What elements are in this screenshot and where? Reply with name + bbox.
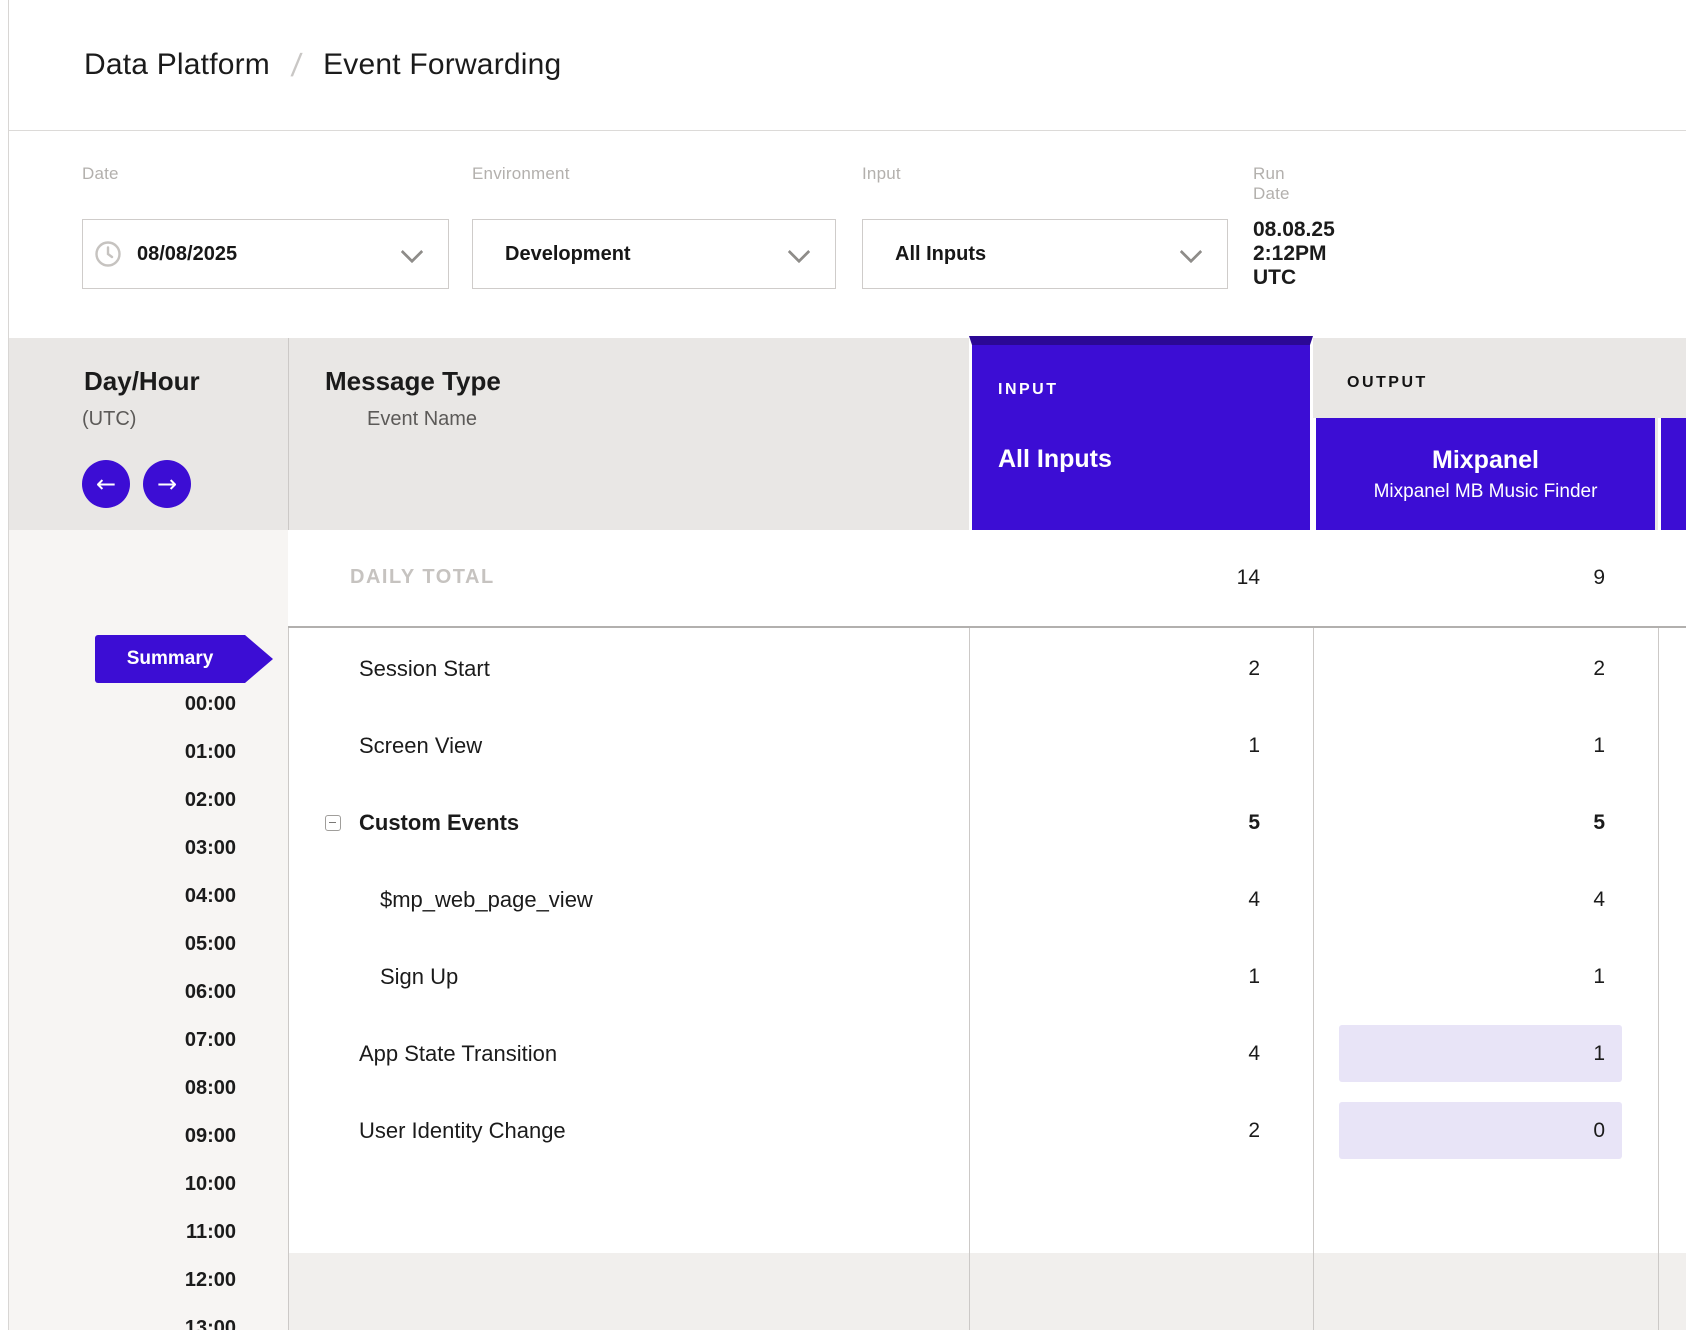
input-column-name: All Inputs (998, 445, 1112, 474)
hour-label[interactable]: 12:00 (9, 1269, 236, 1292)
filter-bar: Date 08/08/2025 Environment Development … (9, 131, 1686, 338)
table-row: Session Start 2 2 (288, 630, 1686, 707)
table-footer-area (289, 1253, 1686, 1330)
run-date-label: Run Date (1253, 164, 1290, 204)
hour-label[interactable]: 06:00 (9, 981, 236, 1004)
prev-day-button[interactable]: ← (82, 460, 130, 508)
output-destination-subtitle: Mixpanel MB Music Finder (1374, 481, 1598, 503)
input-filter-label: Input (862, 164, 901, 184)
table-row: User Identity Change 2 0 (288, 1092, 1686, 1169)
event-name-label: Sign Up (380, 964, 458, 990)
output-column-header[interactable]: Mixpanel Mixpanel MB Music Finder (1313, 418, 1655, 530)
daily-total-output-value: 9 (1313, 566, 1605, 590)
output-section-label: OUTPUT (1347, 374, 1428, 392)
hour-label[interactable]: 00:00 (9, 693, 236, 716)
arrow-left-icon: ← (96, 472, 116, 496)
input-column-header[interactable]: INPUT All Inputs (969, 336, 1313, 530)
chevron-down-icon (788, 241, 811, 264)
table-row: Sign Up 1 1 (288, 938, 1686, 1015)
clock-icon (94, 240, 122, 268)
breadcrumb-separator: / (289, 47, 303, 84)
next-day-button[interactable]: → (143, 460, 191, 508)
collapse-minus-icon[interactable] (325, 815, 341, 831)
hour-label[interactable]: 03:00 (9, 837, 236, 860)
event-name-label: User Identity Change (359, 1118, 566, 1144)
output-count-cell: 1 (1313, 734, 1605, 758)
input-count-cell: 1 (969, 734, 1260, 758)
input-value: All Inputs (895, 243, 986, 266)
date-dropdown[interactable]: 08/08/2025 (82, 219, 449, 289)
chevron-down-icon (401, 241, 424, 264)
input-count-cell: 4 (969, 1042, 1260, 1066)
event-name-label: Session Start (359, 656, 490, 682)
event-name-label: Custom Events (359, 810, 519, 836)
event-name-label: App State Transition (359, 1041, 557, 1067)
hour-label[interactable]: 05:00 (9, 933, 236, 956)
hour-label[interactable]: 09:00 (9, 1125, 236, 1148)
hour-label[interactable]: 02:00 (9, 789, 236, 812)
input-count-cell: 5 (969, 811, 1260, 835)
table-row: Custom Events 5 5 (288, 784, 1686, 861)
message-type-header: Message Type (325, 366, 501, 397)
environment-dropdown[interactable]: Development (472, 219, 836, 289)
input-count-cell: 1 (969, 965, 1260, 989)
table-row: App State Transition 4 1 (288, 1015, 1686, 1092)
daily-total-input-value: 14 (969, 566, 1260, 590)
daily-total-label: DAILY TOTAL (350, 566, 495, 589)
hour-label[interactable]: 11:00 (9, 1221, 236, 1244)
chevron-down-icon (1180, 241, 1203, 264)
breadcrumb-section[interactable]: Data Platform (84, 48, 270, 82)
input-count-cell: 2 (969, 657, 1260, 681)
output-count-cell: 4 (1313, 888, 1605, 912)
output-count-cell-highlighted: 1 (1339, 1025, 1622, 1082)
output-count-cell-highlighted: 0 (1339, 1102, 1622, 1159)
hour-label[interactable]: 04:00 (9, 885, 236, 908)
event-forwarding-page: Data Platform / Event Forwarding Date 08… (0, 0, 1686, 1330)
run-date-value: 08.08.25 2:12PM UTC (1253, 219, 1335, 289)
event-name-label: $mp_web_page_view (380, 887, 593, 913)
hour-label[interactable]: 13:00 (9, 1317, 236, 1330)
date-value: 08/08/2025 (137, 243, 237, 266)
hour-label[interactable]: 07:00 (9, 1029, 236, 1052)
input-dropdown[interactable]: All Inputs (862, 219, 1228, 289)
environment-value: Development (505, 243, 631, 266)
hour-label[interactable]: 01:00 (9, 741, 236, 764)
day-hour-subtitle: (UTC) (82, 408, 136, 431)
input-count-cell: 4 (969, 888, 1260, 912)
hour-label[interactable]: 08:00 (9, 1077, 236, 1100)
daily-total-row: DAILY TOTAL 14 9 (288, 530, 1686, 628)
hour-label[interactable]: 10:00 (9, 1173, 236, 1196)
date-filter-label: Date (82, 164, 119, 184)
arrow-right-icon: → (157, 472, 177, 496)
event-name-subtitle: Event Name (367, 408, 477, 431)
input-section-label: INPUT (998, 381, 1059, 399)
table-rows: Session Start 2 2 Screen View 1 1 Custom Event… (288, 630, 1686, 1169)
top-bar: Data Platform / Event Forwarding (9, 0, 1686, 131)
page-title: Event Forwarding (323, 48, 561, 82)
table-row: Screen View 1 1 (288, 707, 1686, 784)
summary-tab-label: Summary (127, 648, 214, 670)
output-count-cell: 5 (1313, 811, 1605, 835)
output-count-cell: 2 (1313, 657, 1605, 681)
input-count-cell: 2 (969, 1119, 1260, 1143)
breadcrumb: Data Platform / Event Forwarding (84, 47, 561, 84)
day-hour-header: Day/Hour (84, 366, 200, 397)
output-destination-name: Mixpanel (1432, 446, 1539, 475)
event-name-label: Screen View (359, 733, 482, 759)
output-count-cell: 1 (1313, 965, 1605, 989)
summary-tab[interactable]: Summary (95, 635, 245, 683)
environment-filter-label: Environment (472, 164, 570, 184)
table-row: $mp_web_page_view 4 4 (288, 861, 1686, 938)
output-column-header-partial[interactable] (1658, 418, 1686, 530)
